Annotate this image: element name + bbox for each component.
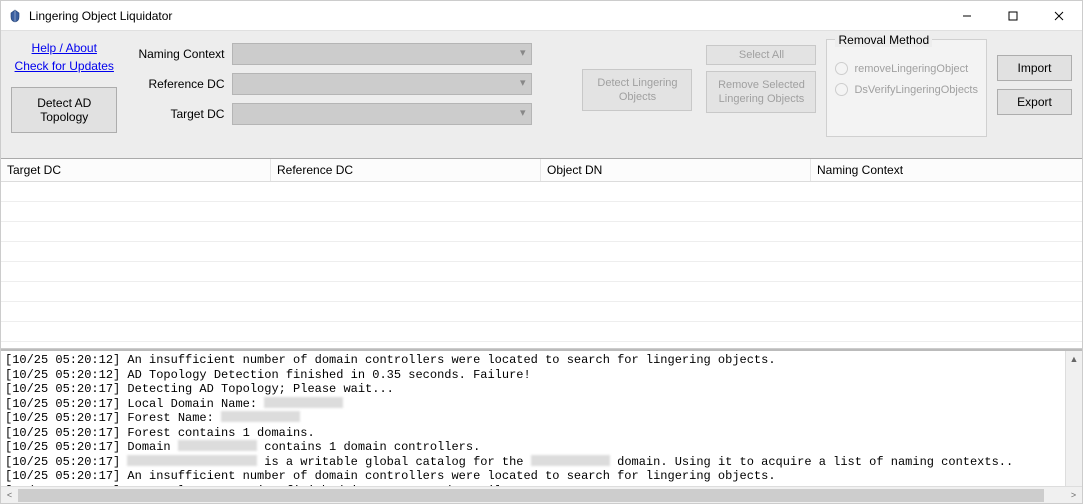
log-text: domain. Using it to acquire a list of na… (610, 455, 1013, 469)
log-line: [10/25 05:20:12] AD Topology Detection f… (5, 368, 1061, 383)
grid-row-empty (1, 182, 1082, 202)
redacted-text: xxxxxxxxxxx (178, 440, 257, 451)
removal-radio-1-label: removeLingeringObject (854, 63, 968, 75)
log-text: Forest contains 1 domains. (120, 426, 314, 440)
log-text: contains 1 domain controllers. (257, 440, 480, 454)
reference-dc-row: Reference DC (127, 73, 532, 95)
grid-row-empty (1, 262, 1082, 282)
results-grid[interactable]: Target DC Reference DC Object DN Naming … (1, 159, 1082, 349)
log-line: [10/25 05:20:17] An insufficient number … (5, 469, 1061, 484)
redacted-text: xxxxxxxxxxx (264, 397, 343, 408)
naming-context-label: Naming Context (127, 47, 232, 61)
grid-row-empty (1, 242, 1082, 262)
removal-radio-2[interactable] (835, 83, 848, 96)
detect-lingering-column: Detect LingeringObjects (582, 69, 692, 111)
log-vertical-scrollbar[interactable]: ▲ (1065, 351, 1082, 486)
grid-row-empty (1, 322, 1082, 342)
import-export-column: Import Export (997, 55, 1072, 115)
target-dc-row: Target DC (127, 103, 532, 125)
grid-header-reference-dc[interactable]: Reference DC (271, 159, 541, 181)
scroll-right-arrow-icon[interactable]: > (1065, 490, 1082, 500)
grid-header-target-dc[interactable]: Target DC (1, 159, 271, 181)
hscroll-track[interactable] (18, 487, 1065, 503)
grid-row-empty (1, 222, 1082, 242)
target-dc-label: Target DC (127, 107, 232, 121)
log-text: Detecting AD Topology; Please wait... (120, 382, 394, 396)
log-timestamp: [10/25 05:20:12] (5, 368, 120, 382)
naming-context-combo[interactable] (232, 43, 532, 65)
log-text: is a writable global catalog for the (257, 455, 531, 469)
log-timestamp: [10/25 05:20:17] (5, 455, 120, 469)
naming-context-row: Naming Context (127, 43, 532, 65)
log-text: Forest Name: (120, 411, 221, 425)
grid-body (1, 182, 1082, 342)
detect-lingering-button[interactable]: Detect LingeringObjects (582, 69, 692, 111)
grid-header-naming-context[interactable]: Naming Context (811, 159, 1082, 181)
select-all-button[interactable]: Select All (706, 45, 816, 65)
log-panel: [10/25 05:20:12] An insufficient number … (1, 349, 1082, 486)
log-text (120, 455, 127, 469)
log-text: Local Domain Name: (120, 397, 264, 411)
import-button[interactable]: Import (997, 55, 1072, 81)
toolbar-left-column: Help / About Check for Updates Detect AD… (11, 39, 117, 133)
log-line: [10/25 05:20:17] Forest contains 1 domai… (5, 426, 1061, 441)
grid-header-object-dn[interactable]: Object DN (541, 159, 811, 181)
grid-header-row: Target DC Reference DC Object DN Naming … (1, 159, 1082, 182)
removal-method-group: Removal Method removeLingeringObject DsV… (826, 39, 987, 137)
redacted-text: xxxxxxxxxxx (221, 411, 300, 422)
titlebar: Lingering Object Liquidator (1, 1, 1082, 31)
app-window: Lingering Object Liquidator Help / About… (0, 0, 1083, 504)
help-about-link[interactable]: Help / About (32, 39, 97, 57)
log-line: [10/25 05:20:17] Domain xxxxxxxxxxx cont… (5, 440, 1061, 455)
scroll-up-arrow-icon[interactable]: ▲ (1066, 351, 1082, 368)
scroll-left-arrow-icon[interactable]: < (1, 490, 18, 500)
removal-radio-2-label: DsVerifyLingeringObjects (854, 84, 978, 96)
log-line: [10/25 05:20:17] Detecting AD Topology; … (5, 382, 1061, 397)
grid-row-empty (1, 302, 1082, 322)
log-timestamp: [10/25 05:20:17] (5, 397, 120, 411)
removal-option-remove-lingering[interactable]: removeLingeringObject (835, 62, 978, 75)
select-remove-column: Select All Remove SelectedLingering Obje… (706, 45, 816, 113)
log-line: [10/25 05:20:12] An insufficient number … (5, 353, 1061, 368)
maximize-button[interactable] (990, 1, 1036, 31)
redacted-text: xxxxxxxxxxxxxxxxxx (127, 455, 257, 466)
detect-topology-button[interactable]: Detect AD Topology (11, 87, 117, 133)
hscroll-thumb[interactable] (18, 489, 1044, 502)
combo-column: Naming Context Reference DC Target DC (127, 43, 532, 125)
log-timestamp: [10/25 05:20:17] (5, 426, 120, 440)
log-timestamp: [10/25 05:20:12] (5, 353, 120, 367)
minimize-button[interactable] (944, 1, 990, 31)
toolbar: Help / About Check for Updates Detect AD… (1, 31, 1082, 159)
log-text: AD Topology Detection finished in 0.35 s… (120, 368, 530, 382)
log-output[interactable]: [10/25 05:20:12] An insufficient number … (1, 351, 1065, 486)
log-text: Domain (120, 440, 178, 454)
log-line: [10/25 05:20:17] xxxxxxxxxxxxxxxxxx is a… (5, 455, 1061, 470)
removal-radio-1[interactable] (835, 62, 848, 75)
log-line: [10/25 05:20:17] Local Domain Name: xxxx… (5, 397, 1061, 412)
log-text: An insufficient number of domain control… (120, 353, 775, 367)
grid-row-empty (1, 282, 1082, 302)
export-button[interactable]: Export (997, 89, 1072, 115)
log-timestamp: [10/25 05:20:17] (5, 440, 120, 454)
log-timestamp: [10/25 05:20:17] (5, 382, 120, 396)
log-horizontal-scrollbar[interactable]: < > (1, 486, 1082, 503)
grid-row-empty (1, 202, 1082, 222)
check-updates-link[interactable]: Check for Updates (15, 57, 114, 75)
reference-dc-combo[interactable] (232, 73, 532, 95)
app-icon (7, 8, 23, 24)
log-line: [10/25 05:20:17] Forest Name: xxxxxxxxxx… (5, 411, 1061, 426)
window-title: Lingering Object Liquidator (29, 9, 172, 23)
redacted-text: xxxxxxxxxxx (531, 455, 610, 466)
close-button[interactable] (1036, 1, 1082, 31)
reference-dc-label: Reference DC (127, 77, 232, 91)
log-timestamp: [10/25 05:20:17] (5, 411, 120, 425)
log-timestamp: [10/25 05:20:17] (5, 469, 120, 483)
remove-selected-button[interactable]: Remove SelectedLingering Objects (706, 71, 816, 113)
removal-option-ds-verify[interactable]: DsVerifyLingeringObjects (835, 83, 978, 96)
removal-method-legend: Removal Method (835, 33, 932, 47)
log-text: An insufficient number of domain control… (120, 469, 775, 483)
target-dc-combo[interactable] (232, 103, 532, 125)
